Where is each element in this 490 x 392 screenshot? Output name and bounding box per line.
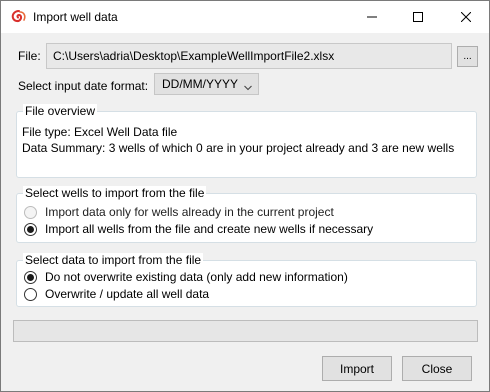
swirl-app-icon bbox=[11, 9, 27, 25]
import-button[interactable]: Import bbox=[322, 356, 392, 381]
radio-button[interactable] bbox=[24, 222, 37, 236]
data-summary-text: Data Summary: 3 wells of which 0 are in … bbox=[22, 141, 455, 155]
radio-label[interactable]: Do not overwrite existing data (only add… bbox=[45, 270, 348, 284]
close-icon bbox=[461, 12, 471, 22]
browse-button-label: ... bbox=[463, 50, 472, 62]
minimize-button[interactable] bbox=[349, 1, 395, 33]
date-format-value: DD/MM/YYYY bbox=[162, 77, 239, 91]
import-progress-bar bbox=[13, 320, 478, 342]
file-overview-group: File overview File type: Excel Well Data… bbox=[16, 104, 477, 178]
window-title: Import well data bbox=[33, 10, 118, 24]
file-path-text: C:\Users\adria\Desktop\ExampleWellImport… bbox=[53, 49, 335, 63]
radio-button[interactable] bbox=[24, 287, 37, 301]
file-path-field[interactable]: C:\Users\adria\Desktop\ExampleWellImport… bbox=[46, 43, 452, 69]
date-format-label: Select input date format: bbox=[18, 79, 149, 93]
close-window-button[interactable] bbox=[443, 1, 489, 33]
chevron-down-icon bbox=[244, 80, 252, 94]
close-button[interactable]: Close bbox=[402, 356, 472, 381]
radio-button[interactable] bbox=[24, 270, 37, 284]
wells-selection-title: Select wells to import from the file bbox=[23, 186, 207, 200]
data-selection-title: Select data to import from the file bbox=[23, 253, 204, 267]
radio-button bbox=[24, 205, 37, 219]
radio-label[interactable]: Import all wells from the file and creat… bbox=[45, 222, 373, 236]
import-well-data-dialog: Import well data File: C:\Users\adria\De… bbox=[0, 0, 490, 392]
title-bar: Import well data bbox=[1, 1, 489, 33]
close-button-label: Close bbox=[421, 361, 453, 376]
file-label: File: bbox=[18, 49, 41, 63]
minimize-icon bbox=[367, 16, 377, 18]
import-button-label: Import bbox=[339, 361, 374, 376]
maximize-icon bbox=[413, 12, 423, 22]
maximize-button[interactable] bbox=[395, 1, 441, 33]
file-type-text: File type: Excel Well Data file bbox=[22, 125, 178, 139]
radio-existing-wells-only: Import data only for wells already in th… bbox=[24, 205, 334, 219]
date-format-dropdown[interactable]: DD/MM/YYYY bbox=[154, 73, 259, 95]
radio-import-all-wells[interactable]: Import all wells from the file and creat… bbox=[24, 222, 373, 236]
radio-overwrite-all[interactable]: Overwrite / update all well data bbox=[24, 287, 209, 301]
radio-label[interactable]: Overwrite / update all well data bbox=[45, 287, 209, 301]
browse-button[interactable]: ... bbox=[457, 46, 478, 67]
radio-label: Import data only for wells already in th… bbox=[45, 205, 334, 219]
file-overview-title: File overview bbox=[23, 104, 98, 118]
radio-do-not-overwrite[interactable]: Do not overwrite existing data (only add… bbox=[24, 270, 348, 284]
wells-selection-group: Select wells to import from the file Imp… bbox=[16, 186, 477, 243]
data-selection-group: Select data to import from the file Do n… bbox=[16, 253, 477, 307]
